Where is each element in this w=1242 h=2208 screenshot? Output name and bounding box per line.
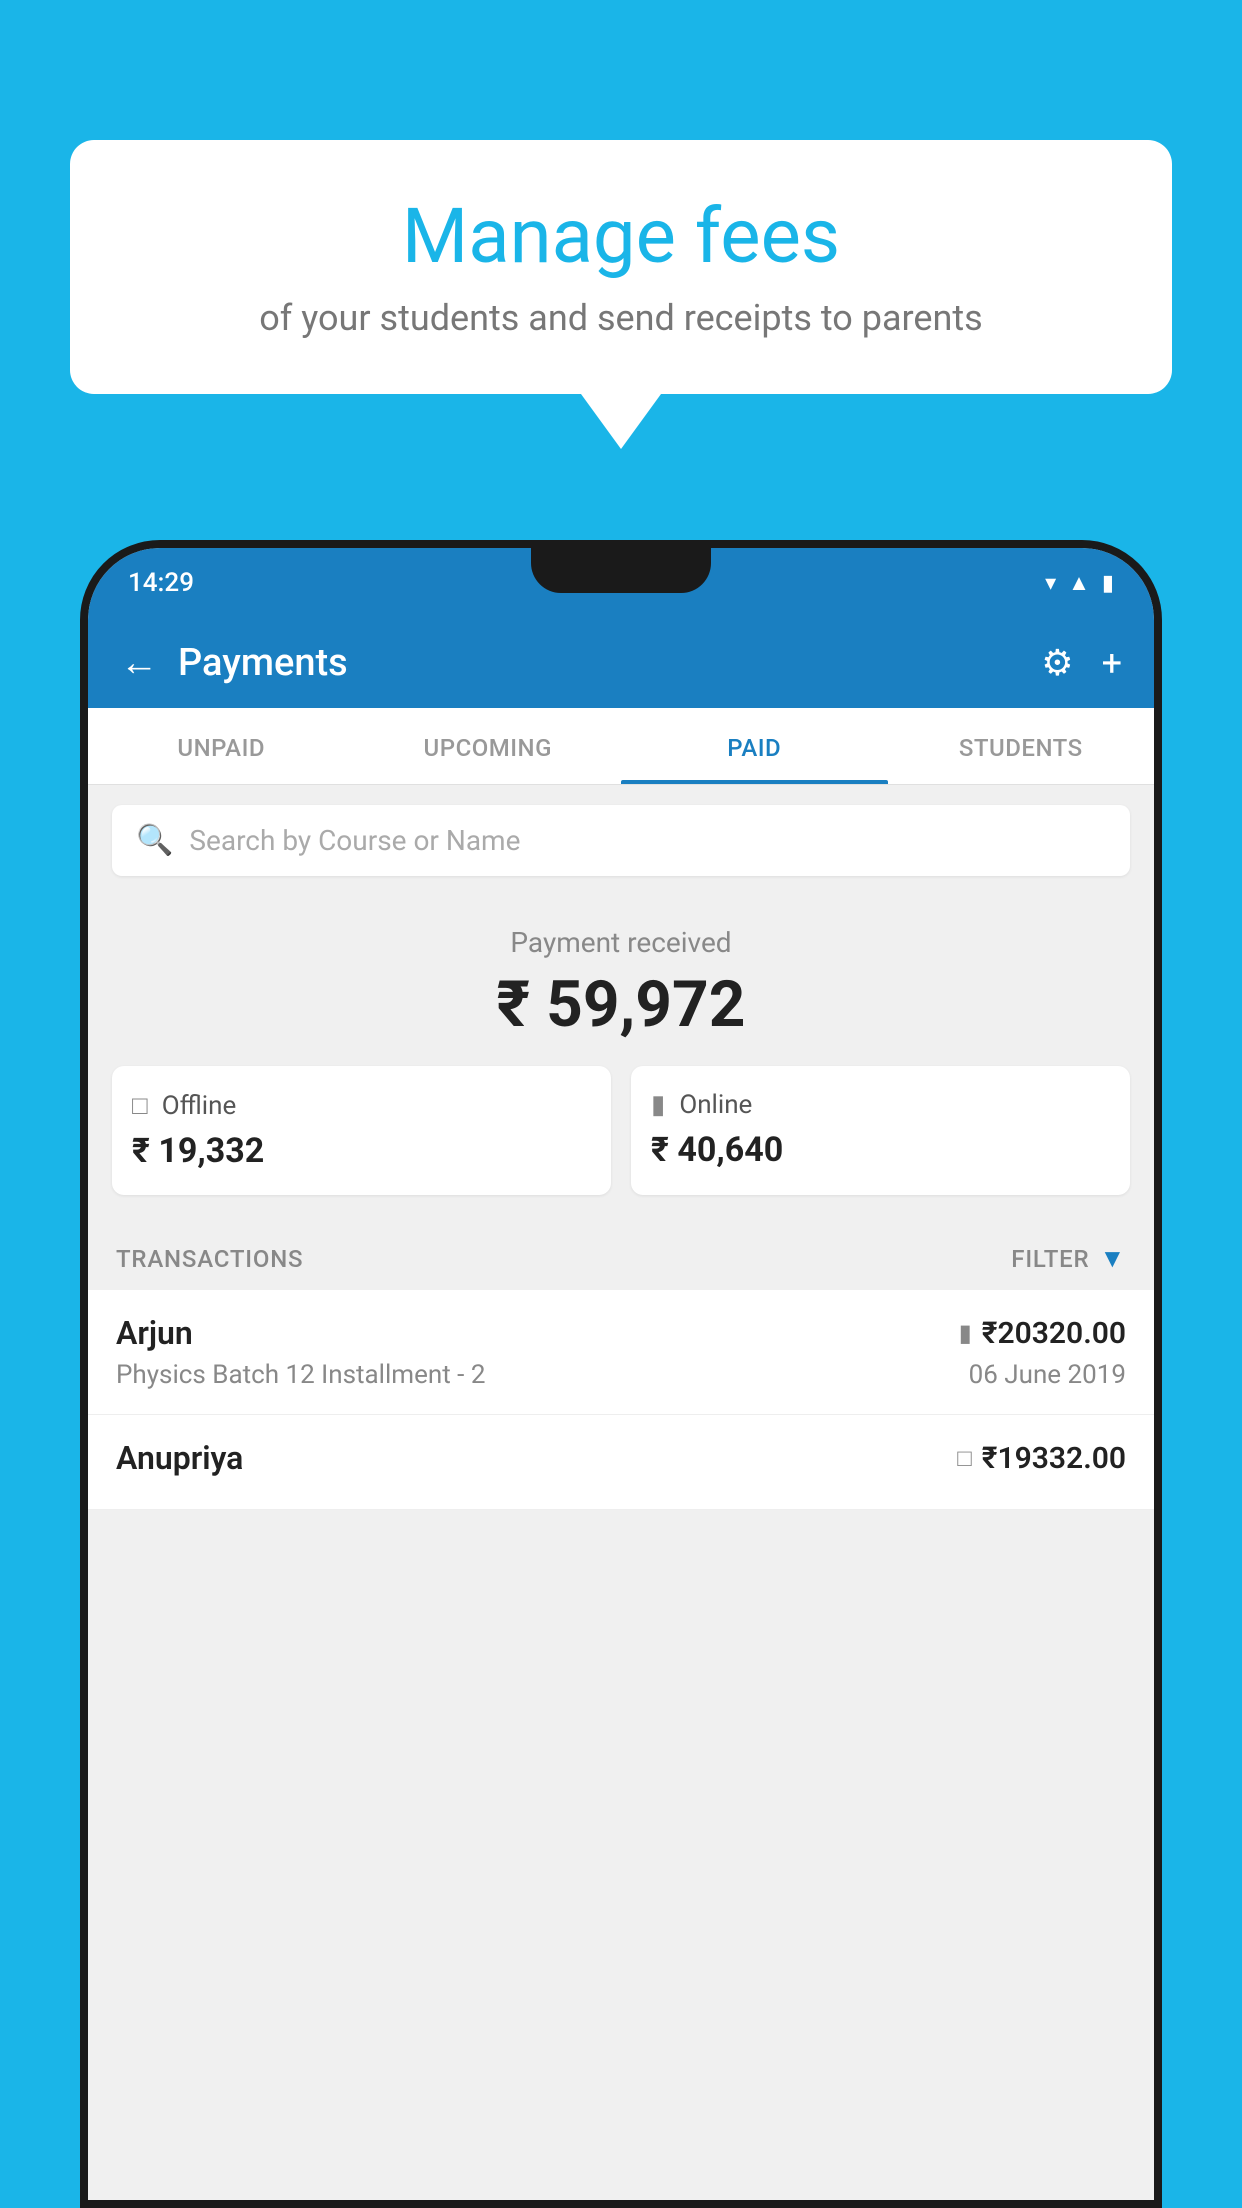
card-icon-1: ▮ — [959, 1319, 972, 1347]
offline-icon: □ — [132, 1090, 148, 1121]
search-bar[interactable]: 🔍 Search by Course or Name — [112, 805, 1130, 876]
filter-button[interactable]: FILTER ▼ — [1011, 1243, 1126, 1274]
offline-card-header: □ Offline — [132, 1090, 591, 1121]
tab-upcoming[interactable]: UPCOMING — [355, 708, 622, 784]
header-left: ← Payments — [120, 641, 348, 685]
filter-label: FILTER — [1011, 1245, 1089, 1273]
online-label: Online — [679, 1090, 752, 1120]
header-right: ⚙ + — [1041, 642, 1122, 684]
phone-content: 🔍 Search by Course or Name Payment recei… — [88, 785, 1154, 1510]
offline-icon-2: □ — [957, 1444, 972, 1473]
transaction-bottom-1: Physics Batch 12 Installment - 2 06 June… — [116, 1360, 1126, 1390]
settings-icon[interactable]: ⚙ — [1041, 642, 1073, 684]
online-amount: ₹ 40,640 — [651, 1130, 1110, 1170]
transaction-top-1: Arjun ▮ ₹20320.00 — [116, 1314, 1126, 1352]
offline-label: Offline — [162, 1091, 237, 1121]
offline-amount: ₹ 19,332 — [132, 1131, 591, 1171]
transaction-amount-container-2: □ ₹19332.00 — [957, 1441, 1126, 1476]
transactions-header: TRANSACTIONS FILTER ▼ — [88, 1219, 1154, 1290]
filter-icon: ▼ — [1099, 1243, 1126, 1274]
payment-received-label: Payment received — [112, 926, 1130, 959]
table-row[interactable]: Anupriya □ ₹19332.00 — [88, 1415, 1154, 1510]
tabs-bar: UNPAID UPCOMING PAID STUDENTS — [88, 708, 1154, 785]
battery-icon: ▮ — [1102, 571, 1114, 596]
transaction-amount-2: ₹19332.00 — [982, 1441, 1126, 1476]
phone-frame: 14:29 ▾ ▲ ▮ ← Payments ⚙ + UNPAID UPCOMI… — [80, 540, 1162, 2208]
transaction-amount-1: ₹20320.00 — [982, 1316, 1126, 1351]
header-title: Payments — [178, 641, 348, 685]
speech-bubble-title: Manage fees — [130, 195, 1112, 279]
app-header: ← Payments ⚙ + — [88, 618, 1154, 708]
transaction-name-2: Anupriya — [116, 1439, 243, 1477]
transactions-label: TRANSACTIONS — [116, 1245, 303, 1273]
speech-bubble-subtitle: of your students and send receipts to pa… — [130, 297, 1112, 339]
tab-unpaid[interactable]: UNPAID — [88, 708, 355, 784]
status-time: 14:29 — [128, 568, 194, 598]
search-placeholder: Search by Course or Name — [189, 824, 520, 857]
payment-total-amount: ₹ 59,972 — [112, 967, 1130, 1042]
speech-bubble-container: Manage fees of your students and send re… — [70, 140, 1172, 449]
transaction-course-1: Physics Batch 12 Installment - 2 — [116, 1360, 485, 1390]
transaction-name-1: Arjun — [116, 1314, 193, 1352]
transaction-top-2: Anupriya □ ₹19332.00 — [116, 1439, 1126, 1477]
transaction-date-1: 06 June 2019 — [969, 1360, 1126, 1390]
transaction-amount-container-1: ▮ ₹20320.00 — [959, 1316, 1126, 1351]
online-card-header: ▮ Online — [651, 1090, 1110, 1120]
online-payment-card: ▮ Online ₹ 40,640 — [631, 1066, 1130, 1195]
online-icon: ▮ — [651, 1090, 665, 1120]
speech-bubble: Manage fees of your students and send re… — [70, 140, 1172, 394]
speech-bubble-arrow — [581, 394, 661, 449]
offline-payment-card: □ Offline ₹ 19,332 — [112, 1066, 611, 1195]
payment-received-section: Payment received ₹ 59,972 □ Offline ₹ 19… — [88, 896, 1154, 1219]
phone-inner: 14:29 ▾ ▲ ▮ ← Payments ⚙ + UNPAID UPCOMI… — [88, 548, 1154, 2200]
status-bar: 14:29 ▾ ▲ ▮ — [88, 548, 1154, 618]
back-button[interactable]: ← — [120, 641, 158, 685]
search-icon: 🔍 — [136, 823, 173, 858]
add-icon[interactable]: + — [1102, 642, 1122, 684]
tab-students[interactable]: STUDENTS — [888, 708, 1155, 784]
signal-icon: ▲ — [1068, 570, 1090, 596]
payment-cards: □ Offline ₹ 19,332 ▮ Online ₹ 40,640 — [112, 1066, 1130, 1195]
status-icons: ▾ ▲ ▮ — [1045, 570, 1114, 596]
wifi-icon: ▾ — [1045, 571, 1056, 596]
tab-paid[interactable]: PAID — [621, 708, 888, 784]
table-row[interactable]: Arjun ▮ ₹20320.00 Physics Batch 12 Insta… — [88, 1290, 1154, 1415]
